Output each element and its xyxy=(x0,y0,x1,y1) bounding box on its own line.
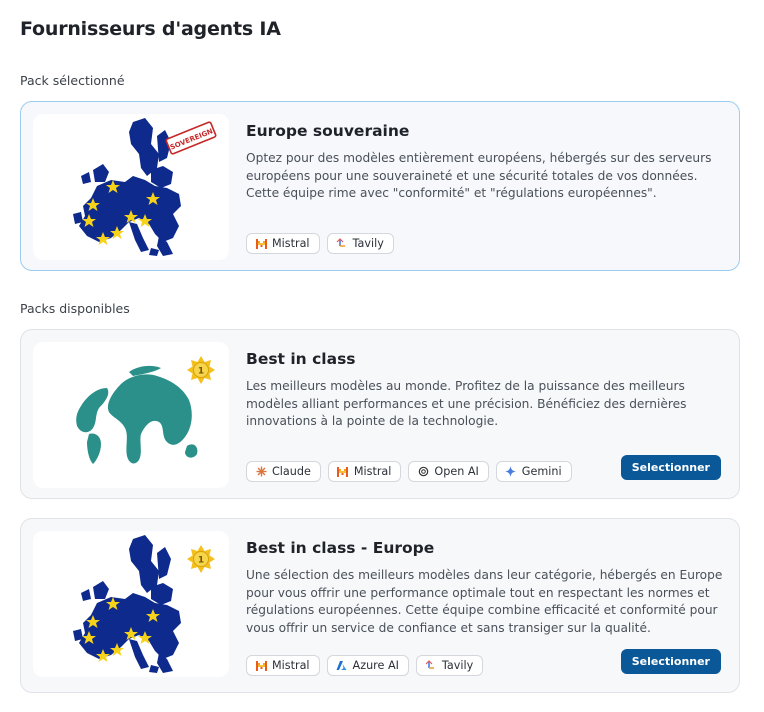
select-button-best-in-class-europe[interactable]: Selectionner xyxy=(620,649,721,674)
tag-mistral: Mistral xyxy=(327,461,402,482)
tag-label: Tavily xyxy=(441,659,474,672)
tag-mistral: Mistral xyxy=(246,233,320,254)
tag-label: Mistral xyxy=(353,465,392,478)
eu-map-icon: 1 xyxy=(73,535,215,673)
pack-card-best-in-class[interactable]: 1 Best in class Les meilleurs modèles au… xyxy=(20,329,740,499)
openai-icon xyxy=(417,466,429,478)
eu-map-icon: SOVEREIGN xyxy=(73,118,217,256)
pack-card-best-in-class-europe[interactable]: 1 Best in class - Europe Une sélection d… xyxy=(20,518,740,693)
claude-icon xyxy=(255,466,267,478)
tag-label: Mistral xyxy=(272,659,310,672)
tag-gemini: Gemini xyxy=(495,461,572,482)
tavily-icon xyxy=(336,238,348,250)
pack-image-best-in-class: 1 xyxy=(33,342,229,488)
tag-claude: Claude xyxy=(246,461,321,482)
pack-description: Les meilleurs modèles au monde. Profitez… xyxy=(246,379,687,428)
mistral-icon xyxy=(255,660,267,672)
page-title: Fournisseurs d'agents IA xyxy=(20,18,281,40)
rank-badge: 1 xyxy=(198,556,204,566)
available-section-label: Packs disponibles xyxy=(20,301,130,316)
tag-openai: Open AI xyxy=(408,461,489,482)
tag-label: Mistral xyxy=(272,237,310,250)
tag-label: Claude xyxy=(272,465,311,478)
selected-section-label: Pack sélectionné xyxy=(20,73,125,88)
pack-title: Best in class - Europe xyxy=(246,539,435,557)
pack-title: Best in class xyxy=(246,350,356,368)
pack-image-europe-souveraine: SOVEREIGN xyxy=(33,114,229,260)
tag-label: Gemini xyxy=(521,465,562,478)
mistral-icon xyxy=(337,466,349,478)
pack-title: Europe souveraine xyxy=(246,122,410,140)
tag-label: Azure AI xyxy=(352,659,399,672)
pack-tags: Mistral Azure AI Tavily xyxy=(246,655,484,676)
select-button-best-in-class[interactable]: Selectionner xyxy=(620,455,721,480)
tag-tavily: Tavily xyxy=(326,233,394,254)
tag-label: Open AI xyxy=(434,465,479,478)
tavily-icon xyxy=(425,660,437,672)
rank-badge: 1 xyxy=(198,367,204,377)
pack-description: Optez pour des modèles entièrement europ… xyxy=(246,151,712,200)
pack-tags: Claude Mistral Open AI Gemini xyxy=(246,461,572,482)
tag-label: Tavily xyxy=(352,237,384,250)
pack-image-best-in-class-europe: 1 xyxy=(33,531,229,677)
gemini-icon xyxy=(505,466,517,478)
pack-description: Une sélection des meilleurs modèles dans… xyxy=(246,568,723,635)
globe-icon: 1 xyxy=(76,356,215,464)
azure-icon xyxy=(336,660,348,672)
page: Fournisseurs d'agents IA Pack sélectionn… xyxy=(0,0,764,712)
pack-tags: Mistral Tavily xyxy=(246,233,394,254)
mistral-icon xyxy=(255,238,267,250)
tag-mistral: Mistral xyxy=(246,655,320,676)
tag-tavily: Tavily xyxy=(415,655,484,676)
pack-card-europe-souveraine[interactable]: SOVEREIGN Europe souveraine Optez pour d… xyxy=(20,101,740,271)
tag-azure: Azure AI xyxy=(326,655,409,676)
